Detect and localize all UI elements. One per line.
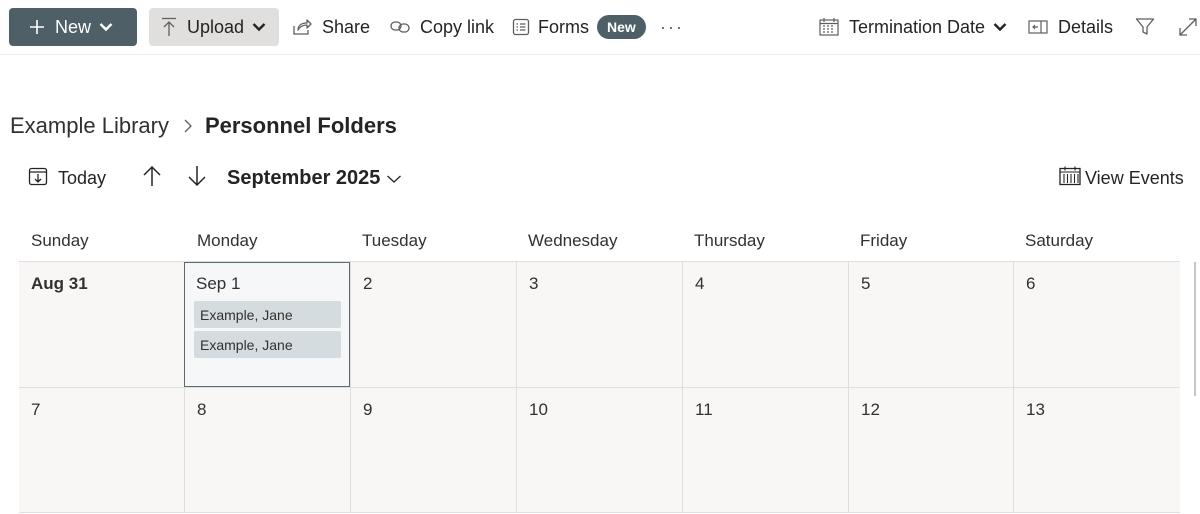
chevron-right-icon xyxy=(183,118,193,134)
day-cell[interactable]: 6 xyxy=(1013,262,1180,387)
today-button[interactable]: Today xyxy=(28,164,106,192)
share-button[interactable]: Share xyxy=(292,8,370,46)
day-cell[interactable]: 13 xyxy=(1013,387,1180,512)
upload-button[interactable]: Upload xyxy=(149,8,279,46)
day-cell[interactable]: 10 xyxy=(516,387,682,512)
chevron-down-icon xyxy=(386,167,402,190)
view-selector-label: Termination Date xyxy=(849,16,986,37)
page-title: Personnel Folders xyxy=(204,113,397,138)
details-panel-icon xyxy=(1028,19,1048,35)
month-picker[interactable]: September 2025 xyxy=(227,164,402,192)
copy-link-button[interactable]: Copy link xyxy=(390,8,494,46)
arrow-down-icon xyxy=(187,165,207,192)
calendar-event[interactable]: Example, Jane xyxy=(194,331,341,358)
breadcrumb: Example Library Personnel Folders xyxy=(10,112,397,140)
upload-button-label: Upload xyxy=(187,16,245,37)
link-icon xyxy=(390,20,410,34)
today-icon xyxy=(28,166,48,191)
calendar-view-icon xyxy=(819,18,839,36)
weekday-header: Wednesday xyxy=(528,231,618,250)
weekday-header: Monday xyxy=(197,231,258,250)
forms-button[interactable]: Forms New xyxy=(512,8,646,46)
weekday-header: Tuesday xyxy=(362,231,427,250)
day-number: 10 xyxy=(529,400,548,419)
day-cell[interactable]: 4 xyxy=(682,262,848,387)
view-events-button[interactable]: View Events xyxy=(1059,164,1184,192)
day-number: 11 xyxy=(695,400,713,419)
month-label: September 2025 xyxy=(227,166,381,189)
day-number: 3 xyxy=(529,274,539,293)
forms-icon xyxy=(512,18,530,36)
day-cell[interactable]: 2 xyxy=(350,262,516,387)
day-cell[interactable]: 12 xyxy=(848,387,1013,512)
day-number: 13 xyxy=(1026,400,1045,419)
day-number: 6 xyxy=(1026,274,1036,293)
next-month-button[interactable] xyxy=(187,164,207,192)
today-button-label: Today xyxy=(58,167,107,188)
upload-arrow-icon xyxy=(161,17,177,37)
day-number: 5 xyxy=(861,274,871,293)
filter-icon xyxy=(1135,17,1155,37)
day-cell[interactable]: 9 xyxy=(350,387,516,512)
day-number: 8 xyxy=(197,400,207,419)
copy-link-button-label: Copy link xyxy=(420,16,495,37)
new-button[interactable]: New xyxy=(9,8,137,46)
day-number: 12 xyxy=(861,400,880,419)
details-button[interactable]: Details xyxy=(1028,8,1113,46)
new-badge: New xyxy=(597,15,646,39)
chevron-down-icon xyxy=(99,22,113,32)
previous-month-button[interactable] xyxy=(142,164,162,192)
share-button-label: Share xyxy=(322,16,371,37)
weekday-header: Sunday xyxy=(31,231,89,250)
day-number: 9 xyxy=(363,400,373,419)
weekday-header: Saturday xyxy=(1025,231,1094,250)
day-cell[interactable]: 7 xyxy=(19,387,184,512)
details-button-label: Details xyxy=(1058,16,1114,37)
day-number: 2 xyxy=(363,274,373,293)
more-options-button[interactable]: ··· xyxy=(660,8,684,46)
calendar-grid-icon xyxy=(1059,166,1081,191)
calendar-grid: Aug 31 Sep 1 Example, Jane Example, Jane… xyxy=(19,261,1180,513)
forms-button-label: Forms xyxy=(538,16,589,37)
day-number: 7 xyxy=(31,400,41,419)
day-cell-selected[interactable]: Sep 1 Example, Jane Example, Jane xyxy=(184,262,350,387)
view-events-label: View Events xyxy=(1085,167,1184,188)
breadcrumb-library-link[interactable]: Example Library xyxy=(10,113,169,139)
chevron-down-icon xyxy=(993,22,1007,32)
command-bar: New Upload Share Copy link Forms New ··· xyxy=(0,0,1200,55)
expand-button[interactable] xyxy=(1178,8,1198,46)
expand-icon xyxy=(1178,17,1198,37)
plus-icon xyxy=(29,19,45,35)
day-cell[interactable]: Aug 31 xyxy=(19,262,184,387)
day-cell[interactable]: 3 xyxy=(516,262,682,387)
weekday-header: Friday xyxy=(860,231,908,250)
filter-button[interactable] xyxy=(1135,8,1155,46)
calendar-event[interactable]: Example, Jane xyxy=(194,301,341,328)
day-cell[interactable]: 11 xyxy=(682,387,848,512)
view-selector-button[interactable]: Termination Date xyxy=(819,8,1007,46)
weekday-header: Thursday xyxy=(694,231,765,250)
vertical-scrollbar[interactable] xyxy=(1194,262,1196,396)
day-cell[interactable]: 8 xyxy=(184,387,350,512)
day-number: Sep 1 xyxy=(196,274,241,293)
share-icon xyxy=(292,18,312,36)
arrow-up-icon xyxy=(142,165,162,192)
chevron-down-icon xyxy=(252,22,266,32)
day-cell[interactable]: 5 xyxy=(848,262,1013,387)
new-button-label: New xyxy=(55,16,92,37)
day-number: Aug 31 xyxy=(31,274,88,293)
day-number: 4 xyxy=(695,274,705,293)
